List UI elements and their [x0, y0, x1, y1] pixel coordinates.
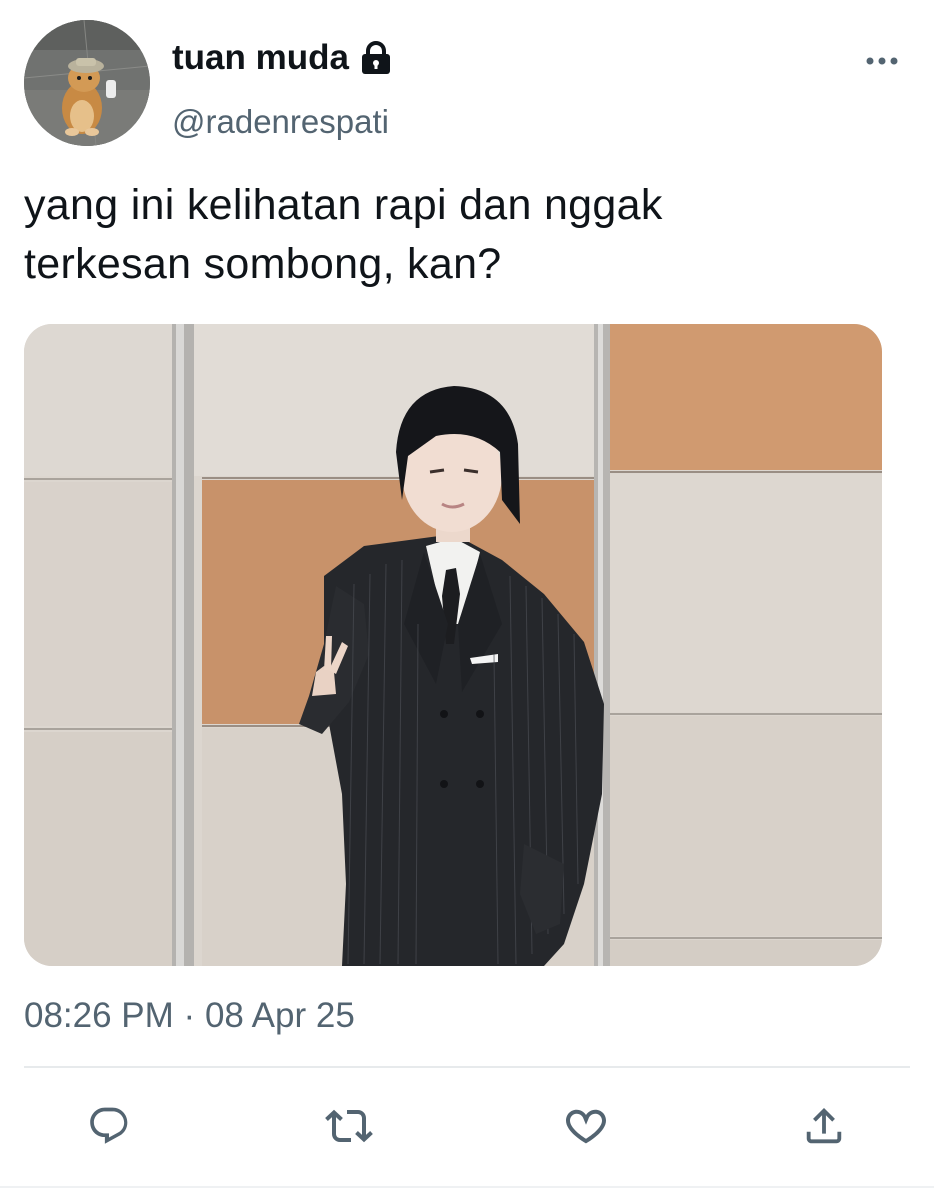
tweet-photo[interactable]: [24, 324, 882, 966]
share-button[interactable]: [796, 1098, 852, 1154]
retweet-button[interactable]: [321, 1098, 377, 1154]
photo-man-in-suit: [24, 324, 882, 966]
retweet-icon: [325, 1109, 373, 1143]
bottom-divider: [0, 1186, 934, 1188]
heart-icon: [566, 1109, 606, 1144]
divider: [24, 1066, 910, 1068]
tweet-date: 08 Apr 25: [204, 996, 355, 1035]
display-name-row[interactable]: tuan muda: [172, 38, 393, 78]
hamster-photo: [24, 20, 150, 146]
reply-icon: [90, 1107, 128, 1144]
reply-button[interactable]: [81, 1098, 137, 1154]
like-button[interactable]: [558, 1098, 614, 1154]
tweet-text-line: yang ini kelihatan rapi dan nggak: [24, 181, 663, 229]
display-name[interactable]: tuan muda: [172, 38, 349, 78]
avatar[interactable]: [24, 20, 150, 146]
user-handle[interactable]: @radenrespati: [172, 102, 389, 142]
tweet-text: yang ini kelihatan rapi dan nggak terkes…: [24, 176, 884, 294]
share-icon: [806, 1107, 842, 1144]
more-options-button[interactable]: [858, 44, 906, 78]
more-horizontal-icon: [866, 57, 898, 65]
tweet-text-line: terkesan sombong, kan?: [24, 240, 502, 288]
timestamp-separator: ·: [183, 996, 196, 1035]
tweet-timestamp[interactable]: 08:26 PM · 08 Apr 25: [24, 994, 355, 1038]
tweet-time: 08:26 PM: [24, 996, 174, 1035]
lock-icon: [359, 40, 393, 76]
